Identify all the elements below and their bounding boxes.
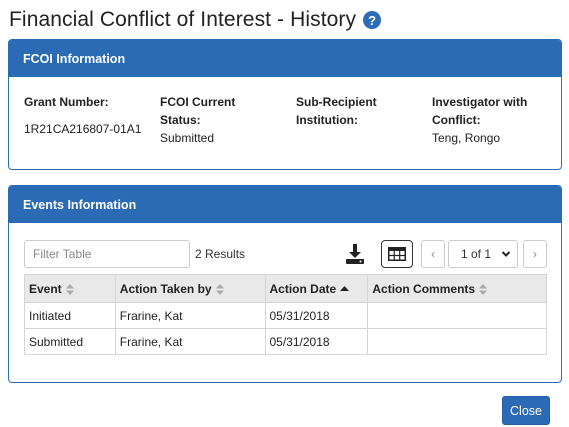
sub-recipient-field: Sub-Recipient Institution: (296, 93, 406, 129)
cell-event: Submitted (24, 328, 116, 355)
fcoi-panel-header: FCOI Information (9, 40, 561, 77)
column-header-action-comments[interactable]: Action Comments (367, 274, 547, 303)
investigator-value: Teng, Rongo (432, 131, 501, 145)
sort-icon (215, 283, 224, 295)
column-header-action-taken-by[interactable]: Action Taken by (114, 274, 266, 303)
column-header-action-date[interactable]: Action Date (264, 274, 369, 303)
events-panel-header: Events Information (9, 186, 561, 223)
sub-recipient-label: Sub-Recipient Institution: (296, 95, 377, 127)
fcoi-info-grid: Grant Number: 1R21CA216807-01A1 FCOI Cur… (9, 77, 561, 169)
chevron-down-icon (501, 251, 511, 257)
help-icon[interactable]: ? (363, 11, 382, 29)
column-header-event[interactable]: Event (24, 274, 116, 303)
cell-event: Initiated (24, 302, 116, 329)
cell-action-comments (367, 328, 547, 355)
fcoi-status-field: FCOI Current Status: Submitted (160, 93, 265, 147)
column-toggle-button[interactable] (381, 240, 413, 268)
investigator-field: Investigator with Conflict: Teng, Rongo (432, 93, 552, 147)
page-title: Financial Conflict of Interest - History (9, 8, 357, 31)
table-header-row: Event Action Taken by Action Date Action… (24, 274, 547, 303)
close-button[interactable]: Close (502, 396, 550, 425)
grant-number-field: Grant Number: 1R21CA216807-01A1 (24, 93, 144, 138)
chevron-left-icon: ‹ (431, 247, 435, 261)
table-row: Initiated Frarine, Kat 05/31/2018 (24, 302, 547, 329)
filter-table-input[interactable] (24, 240, 190, 268)
page-select-value: 1 of 1 (461, 247, 492, 261)
cell-action-date: 05/31/2018 (264, 302, 369, 329)
cell-action-date: 05/31/2018 (264, 328, 369, 355)
cell-action-taken-by: Frarine, Kat (114, 328, 266, 355)
grant-number-label: Grant Number: (24, 95, 109, 109)
fcoi-status-label: FCOI Current Status: (160, 95, 236, 127)
grant-number-value: 1R21CA216807-01A1 (24, 122, 142, 136)
previous-page-button[interactable]: ‹ (421, 240, 445, 268)
table-row: Submitted Frarine, Kat 05/31/2018 (24, 328, 547, 355)
cell-action-taken-by: Frarine, Kat (114, 302, 266, 329)
events-table: Event Action Taken by Action Date Action… (24, 274, 547, 355)
cell-action-comments (367, 302, 547, 329)
next-page-button[interactable]: › (523, 240, 547, 268)
table-grid-icon (388, 247, 406, 261)
results-count: 2 Results (195, 247, 246, 261)
sort-icon (65, 283, 74, 295)
download-icon[interactable] (344, 242, 366, 266)
page-select[interactable]: 1 of 1 (448, 240, 518, 268)
fcoi-information-panel: FCOI Information Grant Number: 1R21CA216… (8, 39, 562, 170)
sort-icon (479, 283, 488, 295)
table-toolbar: 2 Results ‹ 1 of 1 (24, 240, 547, 268)
chevron-right-icon: › (533, 247, 537, 261)
title-row: Financial Conflict of Interest - History… (9, 8, 382, 32)
sort-ascending-icon (340, 286, 350, 292)
events-information-panel: Events Information 2 Results ‹ (8, 185, 562, 383)
investigator-label: Investigator with Conflict: (432, 95, 528, 127)
fcoi-status-value: Submitted (160, 131, 215, 145)
